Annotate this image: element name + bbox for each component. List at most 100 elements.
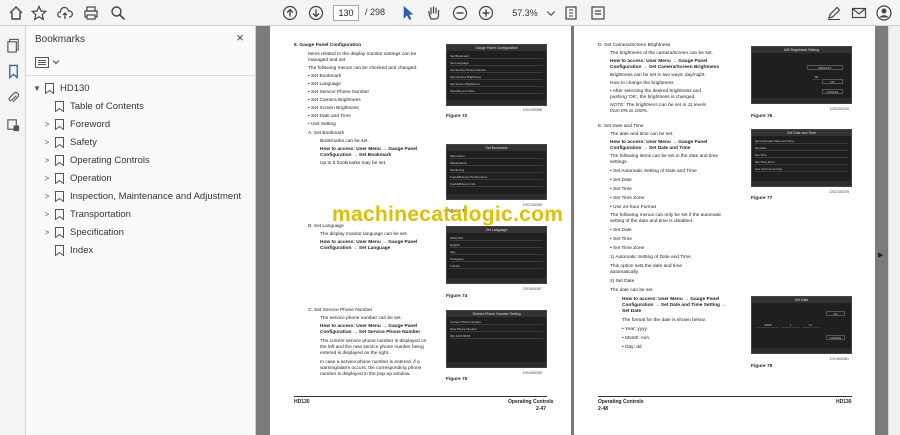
figure-row: Maintenance (450, 161, 543, 166)
previous-page-icon[interactable] (280, 3, 300, 23)
text-line: Bookmarks can be set. (320, 139, 369, 144)
bookmark-item-inspection[interactable]: > Inspection, Maintenance and Adjustment (42, 188, 241, 204)
bookmark-icon (55, 154, 64, 166)
text-line: number is displayed in the pop-up window… (320, 372, 411, 377)
figure-row: Current Phone Number (450, 320, 543, 325)
figure-caption: Figure 75 (446, 377, 468, 382)
zoom-out-icon[interactable] (450, 3, 470, 23)
list-item: • Set Time Zone (610, 246, 645, 251)
figure-row: Set Date (755, 146, 848, 151)
chevron-right-icon: > (44, 209, 50, 219)
document-viewport[interactable]: 6. Gauge Panel Configuration Items relat… (256, 26, 888, 435)
figure-row: OK (822, 79, 843, 84)
figure-row: Set Camera Brightness (450, 75, 543, 80)
bookmark-options-button[interactable] (35, 55, 61, 69)
bookmark-label: Operating Controls (70, 154, 150, 166)
print-icon[interactable] (81, 3, 101, 23)
bookmark-label: Specification (70, 226, 124, 238)
bookmark-item-foreword[interactable]: > Foreword (42, 116, 110, 132)
list-item: • Set Service Phone Number (308, 90, 370, 95)
figure-row: Set Service Phone Number (450, 68, 543, 73)
chevron-down-icon[interactable] (545, 3, 557, 23)
bookmark-item-table-of-contents[interactable]: Table of Contents (42, 98, 144, 114)
bookmark-item-operation[interactable]: > Operation (42, 170, 112, 186)
bookmark-star-icon[interactable] (29, 3, 49, 23)
list-item: • Set Camera Brightness (308, 98, 361, 103)
vertical-scrollbar[interactable] (888, 26, 900, 435)
text-line: The service phone number can be set. (320, 316, 402, 321)
bookmark-item-operating-controls[interactable]: > Operating Controls (42, 152, 150, 168)
figure-row: Monitoring (450, 168, 543, 173)
account-icon[interactable] (874, 3, 894, 23)
bookmark-item-transportation[interactable]: > Transportation (42, 206, 131, 222)
close-icon[interactable]: × (233, 31, 247, 45)
fit-page-icon[interactable] (561, 3, 581, 23)
email-icon[interactable] (849, 3, 869, 23)
footer-section: Operating Controls (508, 399, 554, 405)
figure-caption: Figure 76 (751, 114, 773, 119)
watermark-text: machinecatalogic.com (332, 203, 564, 226)
next-page-icon[interactable] (306, 3, 326, 23)
divider (26, 75, 256, 76)
figure-row: Turkish (450, 264, 543, 269)
attachment-icon[interactable] (4, 88, 22, 106)
search-icon[interactable] (108, 3, 128, 23)
cloud-upload-icon[interactable] (55, 3, 75, 23)
page-number-input[interactable]: 130 (333, 5, 359, 21)
figure-row: Italy (450, 250, 543, 255)
bookmark-root[interactable]: ▼ HD130 (32, 80, 90, 96)
list-item: • Set Bookmark (308, 74, 342, 79)
figure-screen-title: Set Date (752, 297, 851, 303)
figure-caption: Figure 77 (751, 196, 773, 201)
access-path: Set Date (622, 309, 642, 314)
collapse-right-handle[interactable]: ▶ (878, 251, 884, 261)
figure-row: Set Bookmark (450, 54, 543, 59)
bookmark-item-index[interactable]: Index (42, 242, 93, 258)
cursor-select-icon[interactable] (398, 3, 418, 23)
text-line: The date can be set. (610, 288, 654, 293)
chevron-down-icon[interactable]: ▼ (32, 84, 42, 93)
footer-section: Operating Controls (598, 399, 644, 405)
figure-caption: Figure 72 (446, 114, 468, 119)
figure-row: Use 24-hour Format (755, 167, 848, 172)
bookmark-icon (45, 82, 54, 94)
figure-row: Portugues (450, 257, 543, 262)
hand-tool-icon[interactable] (424, 3, 444, 23)
figure-row: 031 1234 5678 (450, 334, 543, 339)
zoom-in-icon[interactable] (476, 3, 496, 23)
bookmark-icon (55, 100, 64, 112)
figure-row: 1 (782, 323, 799, 328)
bookmark-label: Safety (70, 136, 97, 148)
numbered-item: 2) Set Date (610, 279, 635, 284)
text-line: Up to 5 bookmarks may be set. (320, 161, 387, 166)
list-item: pushing 'OK', the brightness is changed. (610, 95, 696, 100)
list-item: • Set Automatic Setting of Date and Time (610, 169, 697, 174)
list-item: • Set Date (610, 228, 632, 233)
bookmarks-panel-icon[interactable] (4, 62, 22, 80)
bookmarks-panel: Bookmarks × ▼ HD130 Table of Contents > … (26, 26, 256, 435)
text-line: entered is displayed on the right. (320, 351, 390, 356)
figure-row: Set Language (450, 61, 543, 66)
figure-row: Fuel Efficiency Performance (450, 175, 543, 180)
text-line: The format for the date is shown below. (622, 318, 706, 323)
subsection-heading: C. Set Service Phone Number (308, 308, 373, 313)
page-thumbnails-icon[interactable] (4, 36, 22, 54)
page-total: / 298 (365, 7, 386, 17)
figure-row: CANCEL (822, 89, 843, 94)
layers-lock-icon[interactable] (4, 116, 22, 134)
bookmark-item-specification[interactable]: > Specification (42, 224, 124, 240)
page-options-icon[interactable] (588, 3, 608, 23)
figure-row: ENGLISH (450, 236, 543, 241)
text-line: settings. (610, 160, 628, 165)
figure-row: Set Automatic Date and Time (755, 139, 848, 144)
figure-screen-title: Service Phone Number Setting (447, 311, 546, 317)
figure-screen-title: Set Language (447, 227, 546, 233)
figure-code: DS1900397 (523, 287, 542, 291)
zoom-level[interactable]: 57.3% (505, 5, 545, 21)
screen-figure: Gauge Panel Configuration Set Bookmark S… (446, 44, 547, 106)
home-icon[interactable] (6, 3, 26, 23)
bookmark-item-safety[interactable]: > Safety (42, 134, 97, 150)
bookmark-icon (55, 190, 64, 202)
text-line: setting of the date and time is disabled… (610, 219, 694, 224)
sign-pen-icon[interactable] (824, 3, 844, 23)
